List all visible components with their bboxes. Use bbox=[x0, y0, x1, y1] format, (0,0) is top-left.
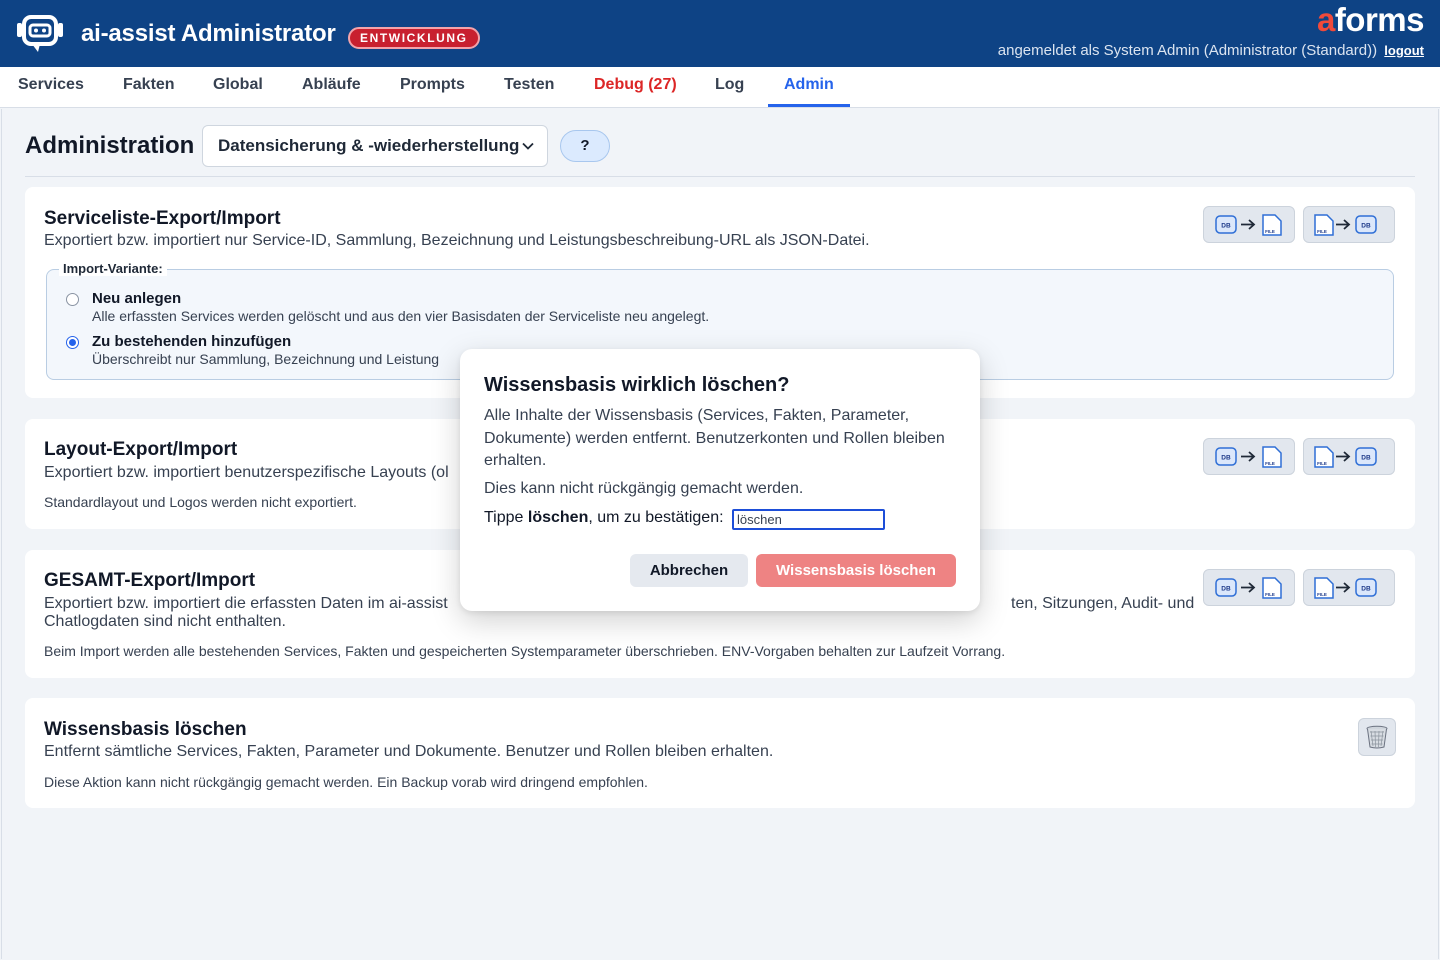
servicelist-desc: Exportiert bzw. importiert nur Service-I… bbox=[44, 232, 870, 249]
servicelist-import-button[interactable]: FILE DB bbox=[1303, 206, 1395, 243]
svg-text:DB: DB bbox=[1221, 223, 1231, 230]
svg-text:DB: DB bbox=[1361, 455, 1371, 462]
dialog-title: Wissensbasis wirklich löschen? bbox=[484, 374, 790, 396]
servicelist-export-button[interactable]: DB FILE bbox=[1203, 206, 1295, 243]
svg-text:DB: DB bbox=[1361, 223, 1371, 230]
total-title: GESAMT-Export/Import bbox=[44, 570, 256, 591]
brand-logo: aforms bbox=[1316, 1, 1425, 39]
confirm-suffix: , um zu bestätigen: bbox=[588, 509, 724, 526]
tab-admin[interactable]: Admin bbox=[768, 67, 850, 107]
logout-link[interactable]: logout bbox=[1384, 43, 1424, 58]
login-text: angemeldet als System Admin (Administrat… bbox=[997, 42, 1378, 59]
radio-neu-anlegen[interactable] bbox=[66, 293, 79, 306]
db-to-file-icon: DB FILE bbox=[1215, 446, 1282, 468]
total-desc-line2: Chatlogdaten sind nicht enthalten. bbox=[44, 613, 286, 630]
tab-prompts[interactable]: Prompts bbox=[400, 67, 465, 107]
layout-export-button[interactable]: DB FILE bbox=[1203, 438, 1295, 475]
dialog-warning: Dies kann nicht rückgängig gemacht werde… bbox=[484, 480, 804, 497]
wipe-note: Diese Aktion kann nicht rückgängig gemac… bbox=[44, 774, 648, 790]
total-export-button[interactable]: DB FILE bbox=[1203, 569, 1295, 606]
tab-log[interactable]: Log bbox=[715, 67, 744, 107]
tab-services[interactable]: Services bbox=[18, 67, 84, 107]
confirm-word: löschen bbox=[527, 509, 589, 526]
radio-hinzufuegen-label: Zu bestehenden hinzufügen bbox=[92, 333, 292, 350]
servicelist-title: Serviceliste-Export/Import bbox=[44, 208, 281, 229]
layout-title: Layout-Export/Import bbox=[44, 439, 238, 460]
svg-text:DB: DB bbox=[1221, 586, 1231, 593]
svg-text:DB: DB bbox=[1361, 586, 1371, 593]
section-select[interactable]: Datensicherung & -wiederherstellung bbox=[202, 125, 548, 167]
svg-text:FILE: FILE bbox=[1317, 461, 1327, 466]
svg-text:FILE: FILE bbox=[1265, 461, 1275, 466]
section-select-value: Datensicherung & -wiederherstellung bbox=[218, 136, 520, 155]
svg-text:FILE: FILE bbox=[1317, 229, 1327, 234]
delete-confirm-dialog: Wissensbasis wirklich löschen? Alle Inha… bbox=[460, 349, 980, 611]
total-desc-right: ten, Sitzungen, Audit- und bbox=[1011, 595, 1195, 612]
robot-logo-icon bbox=[16, 14, 64, 56]
tab-debug[interactable]: Debug (27) bbox=[594, 67, 677, 107]
layout-import-button[interactable]: FILE DB bbox=[1303, 438, 1395, 475]
svg-text:DB: DB bbox=[1221, 455, 1231, 462]
app-header: ai-assist Administrator ENTWICKLUNG afor… bbox=[0, 0, 1440, 67]
radio-hinzufuegen[interactable] bbox=[66, 336, 79, 349]
page-title: Administration bbox=[25, 132, 195, 159]
layout-desc: Exportiert bzw. importiert benutzerspezi… bbox=[44, 464, 449, 481]
file-to-db-icon: FILE DB bbox=[1314, 214, 1377, 236]
svg-text:FILE: FILE bbox=[1265, 229, 1275, 234]
delete-knowledgebase-button[interactable]: Wissensbasis löschen bbox=[756, 554, 956, 587]
tab-ablaeufe[interactable]: Abläufe bbox=[302, 67, 361, 107]
dialog-confirm-prompt: Tippe löschen, um zu bestätigen: bbox=[484, 509, 724, 527]
wipe-title: Wissensbasis löschen bbox=[44, 719, 247, 740]
db-to-file-icon: DB FILE bbox=[1215, 577, 1282, 599]
divider bbox=[25, 176, 1415, 177]
radio-neu-anlegen-label: Neu anlegen bbox=[92, 290, 182, 307]
import-variant-legend: Import-Variante: bbox=[59, 261, 167, 276]
help-button[interactable]: ? bbox=[560, 130, 610, 162]
main-nav: Services Fakten Global Abläufe Prompts T… bbox=[0, 67, 1440, 108]
wipe-trash-button[interactable] bbox=[1358, 718, 1396, 756]
chevron-down-icon bbox=[522, 142, 534, 150]
svg-text:FILE: FILE bbox=[1317, 592, 1327, 597]
total-import-button[interactable]: FILE DB bbox=[1303, 569, 1395, 606]
trash-icon bbox=[1366, 725, 1388, 749]
total-desc-left: Exportiert bzw. importiert die erfassten… bbox=[44, 595, 448, 612]
app-title: ai-assist Administrator bbox=[81, 20, 336, 47]
cancel-button[interactable]: Abbrechen bbox=[630, 554, 748, 587]
total-note: Beim Import werden alle bestehenden Serv… bbox=[44, 643, 1006, 659]
confirm-input[interactable] bbox=[732, 509, 885, 530]
tab-global[interactable]: Global bbox=[213, 67, 263, 107]
environment-badge: ENTWICKLUNG bbox=[348, 27, 480, 49]
radio-neu-anlegen-desc: Alle erfassten Services werden gelöscht … bbox=[92, 308, 710, 324]
radio-hinzufuegen-desc: Überschreibt nur Sammlung, Bezeichnung u… bbox=[92, 351, 440, 367]
svg-text:FILE: FILE bbox=[1265, 592, 1275, 597]
dialog-body: Alle Inhalte der Wissensbasis (Services,… bbox=[484, 407, 945, 469]
tab-fakten[interactable]: Fakten bbox=[123, 67, 175, 107]
login-info: angemeldet als System Admin (Administrat… bbox=[998, 42, 1424, 59]
file-to-db-icon: FILE DB bbox=[1314, 446, 1377, 468]
wipe-desc: Entfernt sämtliche Services, Fakten, Par… bbox=[44, 743, 774, 760]
layout-note: Standardlayout und Logos werden nicht ex… bbox=[44, 494, 357, 510]
brand-logo-a: a bbox=[1316, 1, 1335, 38]
brand-logo-text: forms bbox=[1334, 1, 1425, 38]
tab-testen[interactable]: Testen bbox=[504, 67, 554, 107]
confirm-prefix: Tippe bbox=[484, 509, 528, 526]
wipe-card: Wissensbasis löschen Entfernt sämtliche … bbox=[25, 698, 1415, 808]
db-to-file-icon: DB FILE bbox=[1215, 214, 1282, 236]
file-to-db-icon: FILE DB bbox=[1314, 577, 1377, 599]
